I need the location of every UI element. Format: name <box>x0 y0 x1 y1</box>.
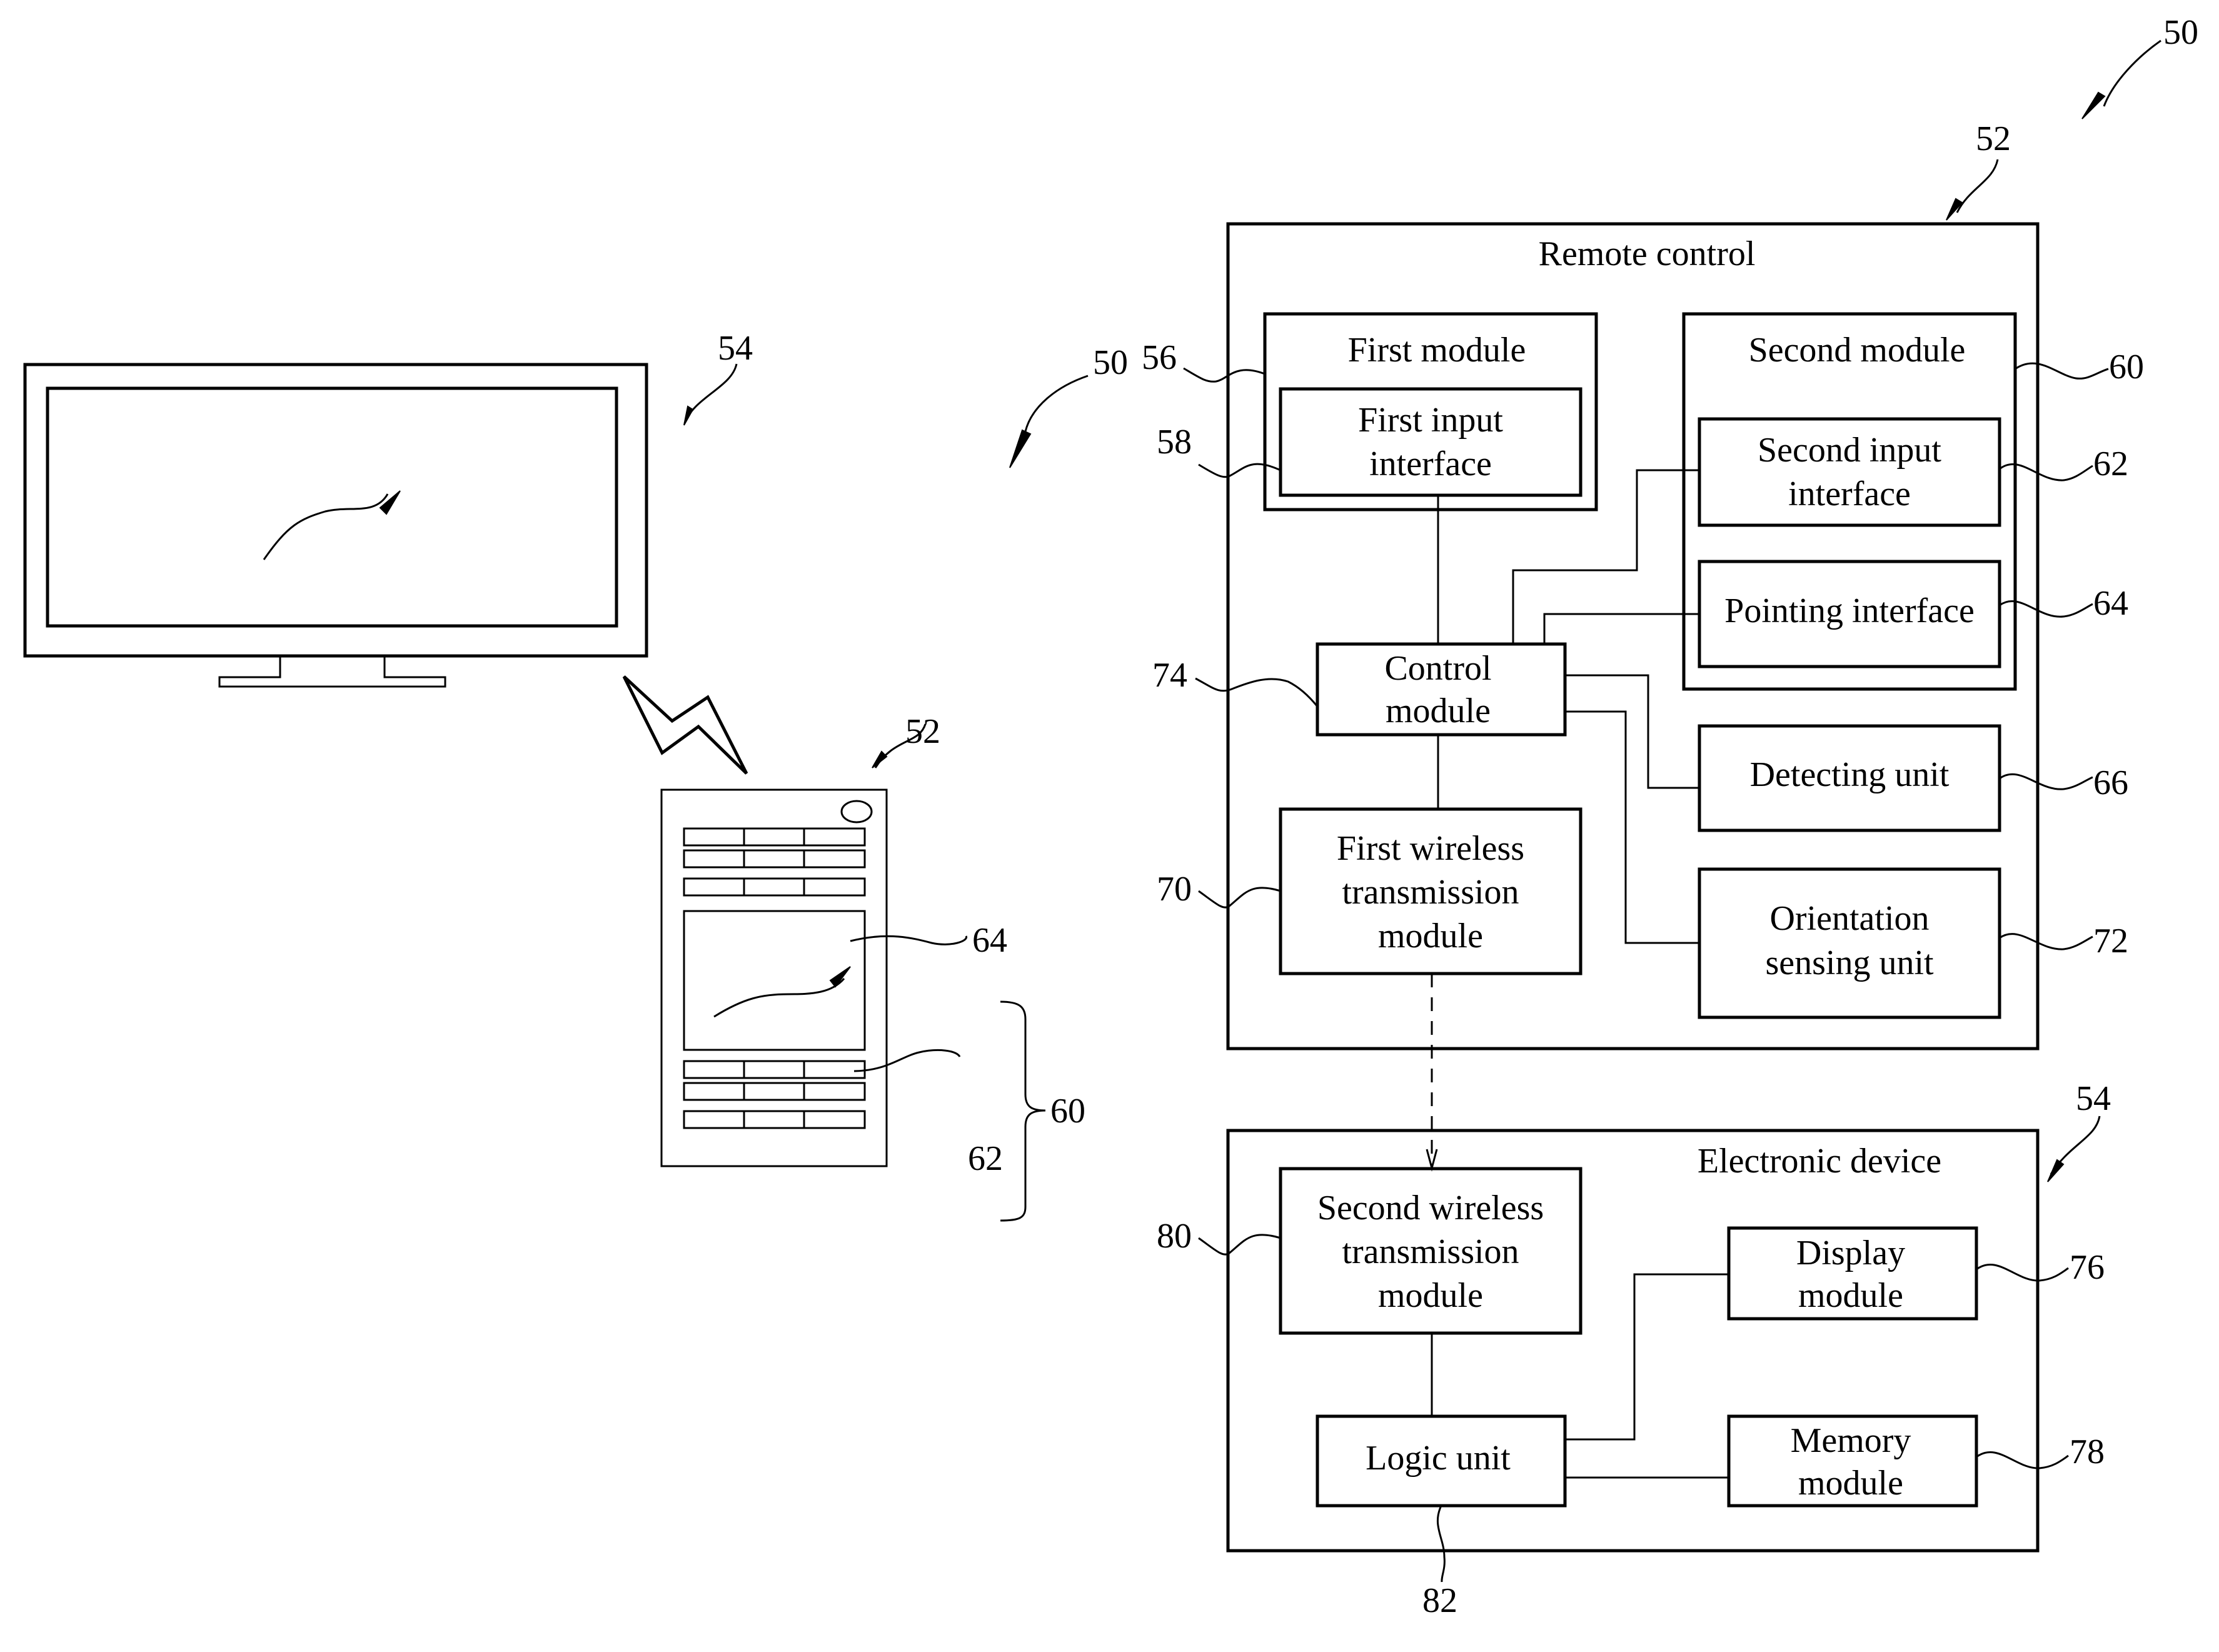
input-ref-leader <box>853 1049 961 1072</box>
remote-ref-label: 52 <box>905 712 940 751</box>
tv-ref-leader <box>683 363 738 424</box>
tv-screen <box>46 386 618 628</box>
remote-control-ref-leader <box>1956 159 1999 213</box>
pictorial-second-module-ref: 60 <box>1050 1092 1085 1131</box>
second-module-brace <box>1000 1000 1046 1222</box>
first-module-leader <box>1183 367 1265 383</box>
second-input-ref: 62 <box>2093 445 2128 483</box>
second-input-line1: Second input <box>1758 431 1941 470</box>
system-ref-arrowhead-middle-icon <box>1009 429 1032 468</box>
control-module-line2: module <box>1386 692 1491 730</box>
orientation-leader <box>1999 933 2093 950</box>
display-module-line2: module <box>1798 1276 1903 1315</box>
orientation-ref: 72 <box>2093 922 2128 960</box>
remote-ref-arrowhead-icon <box>872 750 888 768</box>
second-wireless-line2: transmission <box>1342 1232 1519 1271</box>
memory-module-leader <box>1976 1451 2069 1469</box>
button-row <box>683 1110 866 1129</box>
first-wireless-line2: transmission <box>1342 873 1519 912</box>
pointing-interface-title: Pointing interface <box>1724 592 1975 630</box>
logic-unit-ref: 82 <box>1422 1581 1457 1620</box>
display-module-ref: 76 <box>2070 1248 2105 1287</box>
system-ref-label-top: 50 <box>2163 13 2198 52</box>
detecting-unit-ref: 66 <box>2093 763 2128 802</box>
button-row <box>683 827 866 847</box>
electronic-device-ref-arrowhead-icon <box>2047 1159 2065 1182</box>
electronic-device-ref: 54 <box>2076 1079 2111 1118</box>
pictorial-input-ref: 62 <box>968 1139 1003 1178</box>
orientation-line2: sensing unit <box>1765 944 1934 982</box>
first-input-ref: 58 <box>1157 423 1192 461</box>
button-row <box>683 877 866 897</box>
detecting-unit-title: Detecting unit <box>1750 755 1950 794</box>
system-ref-leader-middle <box>1024 375 1089 432</box>
control-module-ref: 74 <box>1152 656 1187 695</box>
second-wireless-ref: 80 <box>1157 1217 1192 1256</box>
second-module-title: Second module <box>1749 331 1966 370</box>
pointing-ref-leader <box>850 935 967 945</box>
detecting-unit-leader <box>1999 773 2093 790</box>
pointing-interface-ref: 64 <box>2093 584 2128 623</box>
system-ref-leader-top <box>2103 39 2161 107</box>
first-wireless-line3: module <box>1378 917 1483 955</box>
pointing-interface-leader <box>1999 600 2093 618</box>
touchpad-arrowhead-icon <box>829 966 851 988</box>
control-module-line1: Control <box>1384 649 1491 688</box>
pictorial-pointing-ref: 64 <box>972 921 1007 960</box>
tv-illustration: 54 <box>23 329 753 688</box>
tv-ref-label: 54 <box>718 329 753 368</box>
second-wireless-leader <box>1198 1234 1281 1256</box>
first-module-title: First module <box>1348 331 1526 370</box>
first-wireless-leader <box>1198 887 1281 909</box>
display-module-line1: Display <box>1796 1234 1905 1272</box>
electronic-device-block: Electronic device 54 Second wireless tra… <box>1157 1079 2111 1620</box>
first-wireless-ref: 70 <box>1157 870 1192 909</box>
remote-illustration: 52 64 64 62 60 <box>660 712 1085 1222</box>
tv-cursor-arrowhead-icon <box>379 490 401 515</box>
remote-control-block: Remote control 52 First module 56 First … <box>1142 119 2144 1050</box>
second-wireless-line1: Second wireless <box>1317 1189 1544 1227</box>
second-wireless-line3: module <box>1378 1276 1483 1315</box>
logic-unit-leader <box>1436 1505 1446 1583</box>
first-module-ref: 56 <box>1142 338 1177 377</box>
memory-module-ref: 78 <box>2070 1433 2105 1471</box>
tv-stand <box>218 656 446 688</box>
remote-button-rows-top <box>683 827 866 897</box>
electronic-device-title: Electronic device <box>1698 1142 1941 1181</box>
tv-cursor-trace <box>263 493 389 560</box>
remote-power-button <box>840 800 873 823</box>
remote-control-title: Remote control <box>1539 234 1756 273</box>
first-input-line1: First input <box>1358 401 1503 440</box>
logic-unit-title: Logic unit <box>1366 1439 1511 1478</box>
display-module-leader <box>1976 1264 2069 1282</box>
patent-figure: 54 52 64 64 <box>0 0 2219 1652</box>
remote-control-ref: 52 <box>1976 119 2011 158</box>
button-row <box>683 1060 866 1079</box>
system-ref-label-middle: 50 <box>1093 343 1128 382</box>
remote-button-rows-bottom <box>683 1060 866 1129</box>
wireless-signal-icon <box>622 675 748 775</box>
second-module-ref: 60 <box>2109 348 2144 386</box>
first-wireless-line1: First wireless <box>1337 829 1524 868</box>
orientation-line1: Orientation <box>1769 899 1929 938</box>
memory-module-line2: module <box>1798 1464 1903 1503</box>
control-module-leader <box>1195 677 1319 707</box>
diagram-svg: 54 52 64 64 <box>23 13 2198 1620</box>
memory-module-line1: Memory <box>1791 1421 1911 1460</box>
first-input-leader <box>1198 463 1281 478</box>
tv-ref-arrowhead-icon <box>683 405 694 426</box>
system-ref-arrowhead-top-icon <box>2081 91 2106 119</box>
first-input-line2: interface <box>1369 445 1492 483</box>
button-row <box>683 849 866 869</box>
second-input-leader <box>1999 463 2093 481</box>
second-input-line2: interface <box>1788 475 1911 513</box>
touchpad-trace <box>713 978 845 1018</box>
second-module-leader <box>2015 362 2109 380</box>
button-row <box>683 1082 866 1101</box>
